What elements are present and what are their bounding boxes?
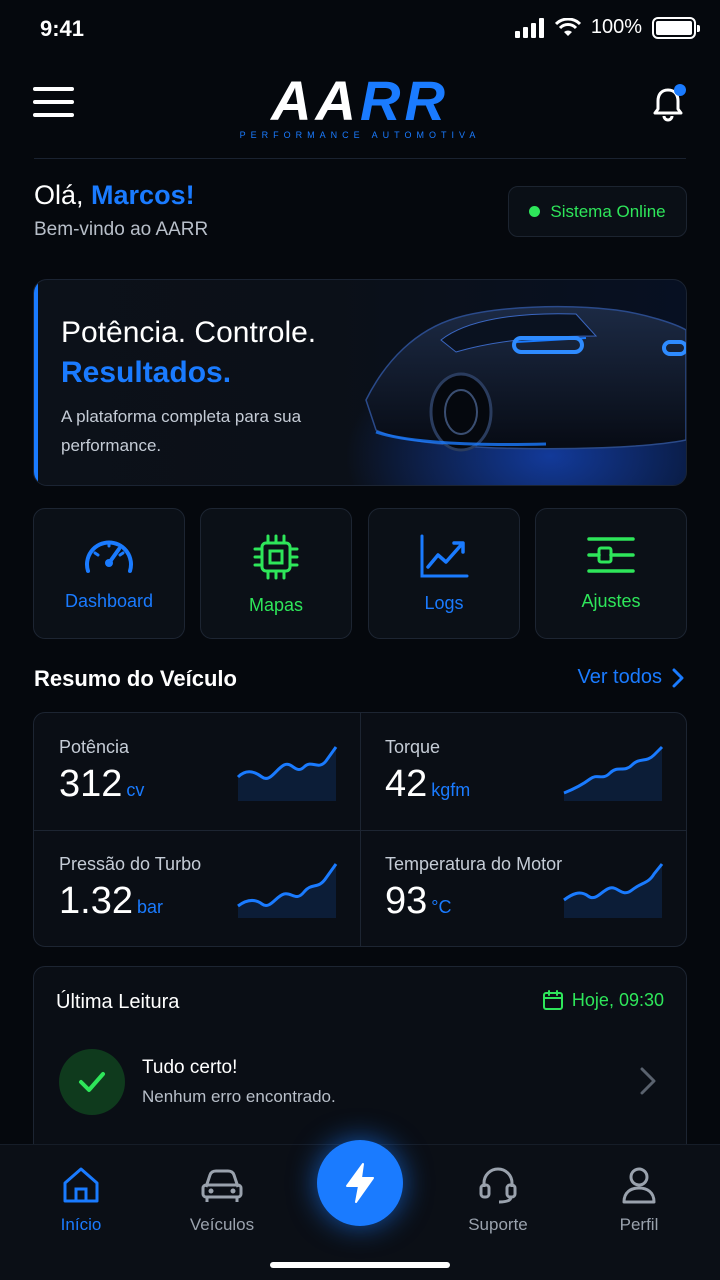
status-time: 9:41 xyxy=(40,16,85,41)
quick-action-settings[interactable]: Ajustes xyxy=(535,508,687,639)
hero-title-line1: Potência. Controle. xyxy=(61,316,317,349)
quick-action-maps[interactable]: Mapas xyxy=(200,508,352,639)
hero-accent-bar xyxy=(34,280,38,485)
quick-action-logs[interactable]: Logs xyxy=(368,508,520,639)
last-reading-card[interactable]: Última Leitura Hoje, 09:30 Tudo certo! N… xyxy=(33,966,687,1166)
sparkline xyxy=(237,863,338,918)
metric-unit: cv xyxy=(126,780,145,800)
status-icons: 100% xyxy=(514,16,700,39)
see-all-link[interactable]: Ver todos xyxy=(577,666,684,689)
calendar-icon xyxy=(542,990,563,1010)
last-reading-title: Última Leitura xyxy=(56,991,180,1013)
metric-power[interactable]: Potência 312 cv xyxy=(34,713,360,830)
home-indicator xyxy=(270,1262,450,1268)
logo-text-blue: RR xyxy=(360,69,449,132)
sliders-icon xyxy=(587,537,635,573)
nav-label: Veículos xyxy=(189,1215,255,1234)
metric-torque[interactable]: Torque 42 kgfm xyxy=(360,713,686,830)
metric-value: 93 xyxy=(385,880,428,922)
nav-label: Perfil xyxy=(619,1215,659,1234)
header-divider xyxy=(34,158,686,159)
user-icon xyxy=(622,1167,656,1204)
chevron-right-icon[interactable] xyxy=(640,1067,656,1095)
quick-action-label: Logs xyxy=(424,593,464,613)
battery-icon xyxy=(652,16,700,39)
speedometer-icon xyxy=(85,540,133,573)
quick-action-label: Dashboard xyxy=(64,591,154,611)
metric-value: 42 xyxy=(385,763,428,805)
sparkline xyxy=(236,746,338,801)
status-dot xyxy=(529,206,541,217)
headset-icon xyxy=(479,1167,517,1204)
check-icon xyxy=(79,1072,105,1092)
greeting: Olá, Marcos! xyxy=(34,180,195,211)
car-icon xyxy=(201,1169,243,1202)
metric-label: Pressão do Turbo xyxy=(59,854,202,874)
vehicle-summary-card: Potência 312 cv Torque 42 kgfm Pressão do … xyxy=(33,712,687,947)
brand-logo: AARR PERFORMANCE AUTOMOTIVA xyxy=(0,73,720,141)
see-all-label: Ver todos xyxy=(577,666,662,688)
user-name: Marcos! xyxy=(91,180,195,210)
quick-action-label: Mapas xyxy=(248,595,304,615)
logo-tagline: PERFORMANCE AUTOMOTIVA xyxy=(239,130,481,140)
quick-action-fab[interactable] xyxy=(317,1140,403,1226)
last-reading-time-text: Hoje, 09:30 xyxy=(571,989,664,1010)
status-title: Tudo certo! xyxy=(142,1057,238,1078)
nav-item-support[interactable]: Suporte xyxy=(443,1165,553,1235)
metric-unit: kgfm xyxy=(431,780,471,800)
logo-text-white: AA xyxy=(271,69,360,132)
hero-title-line2: Resultados. xyxy=(61,356,232,389)
status-detail: Nenhum erro encontrado. xyxy=(142,1087,336,1106)
nav-label: Início xyxy=(60,1215,102,1234)
metric-turbo-pressure[interactable]: Pressão do Turbo 1.32 bar xyxy=(34,830,360,947)
metric-label: Temperatura do Motor xyxy=(385,854,563,874)
nav-item-profile[interactable]: Perfil xyxy=(584,1165,694,1235)
quick-action-label: Ajustes xyxy=(581,591,641,611)
lightning-icon xyxy=(346,1163,374,1203)
sports-car-image xyxy=(346,280,686,485)
nav-label: Suporte xyxy=(468,1215,528,1234)
chart-line-icon xyxy=(420,534,469,578)
quick-action-dashboard[interactable]: Dashboard xyxy=(33,508,185,639)
greeting-subtitle: Bem-vindo ao AARR xyxy=(34,219,209,240)
system-status-badge: Sistema Online xyxy=(508,186,687,237)
section-title: Resumo do Veículo xyxy=(34,666,237,691)
bell-icon[interactable] xyxy=(648,82,690,124)
battery-percent: 100% xyxy=(590,16,642,38)
metric-unit: bar xyxy=(136,897,163,917)
hero-banner[interactable]: Potência. Controle. Resultados. A plataf… xyxy=(33,279,687,486)
metric-unit: °C xyxy=(431,897,452,917)
chip-icon xyxy=(253,534,299,580)
metric-label: Torque xyxy=(385,737,441,757)
metric-label: Potência xyxy=(59,737,130,757)
sparkline xyxy=(563,863,664,918)
sparkline xyxy=(563,745,664,801)
chevron-right-icon xyxy=(672,668,684,687)
metric-value: 312 xyxy=(59,763,123,805)
metric-value: 1.32 xyxy=(59,880,133,922)
signal-icon xyxy=(514,17,544,38)
home-icon xyxy=(63,1167,99,1203)
wifi-icon xyxy=(554,17,581,36)
nav-item-vehicles[interactable]: Veículos xyxy=(167,1165,277,1235)
nav-item-home[interactable]: Início xyxy=(26,1165,136,1235)
system-status-text: Sistema Online xyxy=(550,201,666,221)
greeting-hello: Olá, xyxy=(34,180,84,210)
check-badge xyxy=(59,1049,125,1115)
metric-engine-temperature[interactable]: Temperatura do Motor 93 °C xyxy=(360,830,686,947)
hero-description: A plataforma completa para sua performan… xyxy=(61,407,302,455)
last-reading-time: Hoje, 09:30 xyxy=(542,989,664,1011)
